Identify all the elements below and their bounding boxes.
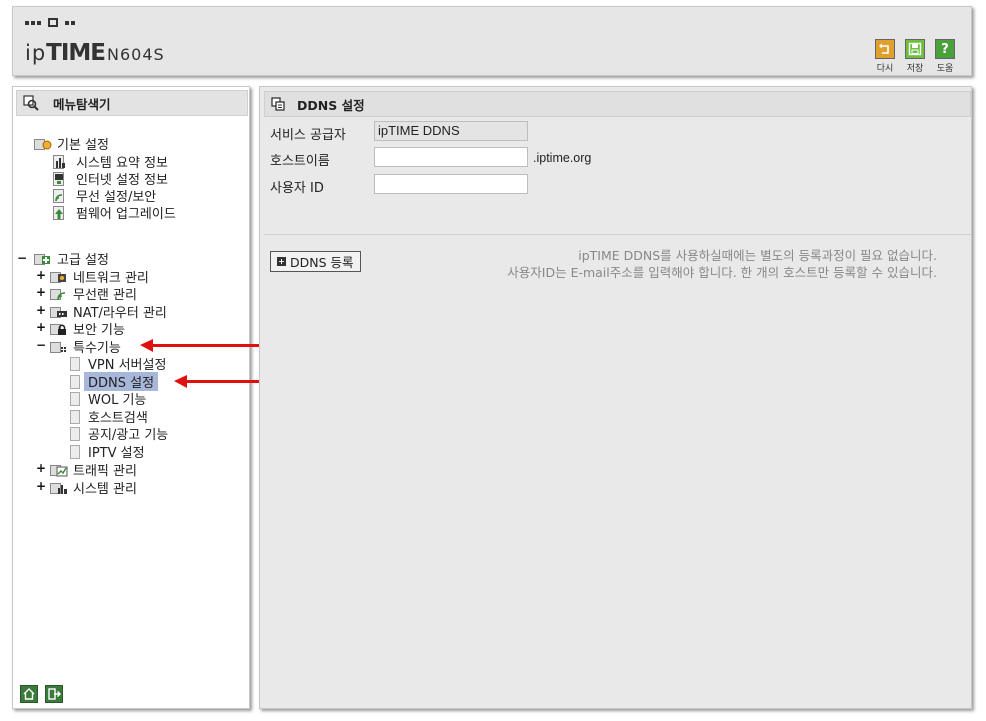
expand-traffic-toggle[interactable]: + — [36, 461, 46, 475]
undo-button[interactable]: 다시 — [874, 39, 896, 74]
folder-plus-icon — [34, 252, 54, 266]
expand-system-toggle[interactable]: + — [36, 479, 46, 493]
page-icon — [70, 444, 80, 459]
help-icon[interactable]: ? — [935, 39, 955, 59]
upgrade-icon — [53, 205, 73, 220]
tree-system-management[interactable]: 시스템 관리 — [50, 479, 137, 497]
expand-nat-toggle[interactable]: + — [36, 303, 46, 317]
page-title: DDNS 설정 — [297, 97, 365, 113]
tree-nat-router-management[interactable]: NAT/라우터 관리 — [50, 303, 167, 321]
tree-traffic-management[interactable]: 트래픽 관리 — [50, 461, 137, 479]
tree-item-host-scan[interactable]: 호스트검색 — [70, 408, 148, 426]
expand-security-toggle[interactable]: + — [36, 320, 46, 334]
ddns-register-button[interactable]: + DDNS 등록 — [270, 251, 361, 272]
expand-network-toggle[interactable]: + — [36, 268, 46, 282]
save-icon[interactable] — [905, 39, 925, 59]
panel-header: DDNS 설정 — [264, 91, 971, 117]
page-icon — [70, 374, 80, 389]
tree-item-vpn-server[interactable]: VPN 서버설정 — [70, 355, 166, 373]
page-icon — [70, 391, 80, 406]
page-icon — [70, 426, 80, 441]
tree-item-internet-info[interactable]: 인터넷 설정 정보 — [53, 170, 168, 188]
tree-item-ddns-settings[interactable]: DDNS 설정 — [70, 372, 159, 391]
logout-icon[interactable] — [45, 685, 63, 703]
traffic-icon — [50, 463, 70, 477]
chart-icon — [53, 154, 73, 169]
monitor-icon — [53, 171, 73, 186]
tree-item-iptv[interactable]: IPTV 설정 — [70, 443, 145, 461]
tree-item-firmware-upgrade[interactable]: 펌웨어 업그레이드 — [53, 204, 176, 222]
logo: ipTIME N604S — [25, 40, 165, 66]
tree-special-functions[interactable]: 특수기능 — [50, 338, 121, 356]
provider-label: 서비스 공급자 — [270, 128, 346, 143]
divider — [264, 234, 971, 235]
wireless-icon — [53, 188, 73, 203]
special-folder-icon — [50, 340, 70, 354]
app-header: ipTIME N604S 다시 저장 ? 도움 — [12, 6, 972, 76]
userid-input[interactable] — [374, 174, 528, 194]
folder-settings-icon — [34, 137, 54, 151]
annotation-arrow-ddns — [174, 375, 260, 388]
hostname-suffix: .iptime.org — [533, 151, 592, 165]
provider-field: ipTIME DDNS — [374, 121, 528, 141]
tree-item-notice-ad[interactable]: 공지/광고 기능 — [70, 425, 168, 443]
tree-security-functions[interactable]: 보안 기능 — [50, 320, 125, 338]
annotation-arrow-special — [140, 339, 260, 352]
tree-network-management[interactable]: 네트워크 관리 — [50, 268, 149, 286]
help-button[interactable]: ? 도움 — [934, 39, 956, 74]
collapse-advanced-toggle[interactable]: − — [17, 251, 27, 265]
userid-label: 사용자 ID — [270, 181, 324, 196]
network-icon — [50, 270, 70, 284]
plus-icon: + — [277, 257, 286, 266]
logo-dots-icon — [25, 18, 75, 27]
copy-window-icon — [271, 97, 285, 111]
wireless-lan-icon — [50, 287, 70, 301]
expand-wireless-toggle[interactable]: + — [36, 285, 46, 299]
help-note: ipTIME DDNS를 사용하실때에는 별도의 등록과정이 필요 없습니다. … — [507, 248, 937, 280]
tree-item-system-summary[interactable]: 시스템 요약 정보 — [53, 153, 168, 171]
menu-explorer-title: 메뉴탐색기 — [53, 96, 111, 112]
lock-icon — [50, 322, 70, 336]
hostname-label: 호스트이름 — [270, 154, 330, 169]
tree-item-wol[interactable]: WOL 기능 — [70, 390, 146, 408]
ddns-settings-panel: DDNS 설정 서비스 공급자 ipTIME DDNS 호스트이름 .iptim… — [259, 86, 972, 709]
undo-icon[interactable] — [875, 39, 895, 59]
page-icon — [70, 356, 80, 371]
hostname-input[interactable] — [374, 147, 528, 167]
menu-explorer-header: 메뉴탐색기 — [16, 90, 248, 116]
page-icon — [70, 409, 80, 424]
tree-advanced-settings[interactable]: 고급 설정 — [34, 250, 109, 268]
menu-explorer: 메뉴탐색기 기본 설정 시스템 요약 정보 인터넷 설정 정보 무선 설정/보안… — [12, 86, 250, 709]
tree-item-wireless-security[interactable]: 무선 설정/보안 — [53, 187, 156, 205]
router-icon — [50, 305, 70, 319]
tree-basic-settings[interactable]: 기본 설정 — [34, 135, 109, 153]
system-chart-icon — [50, 481, 70, 495]
tree-wireless-management[interactable]: 무선랜 관리 — [50, 285, 137, 303]
collapse-special-toggle[interactable]: − — [36, 338, 46, 352]
save-button[interactable]: 저장 — [904, 39, 926, 74]
magnifier-icon — [23, 95, 39, 111]
home-icon[interactable] — [20, 685, 38, 703]
